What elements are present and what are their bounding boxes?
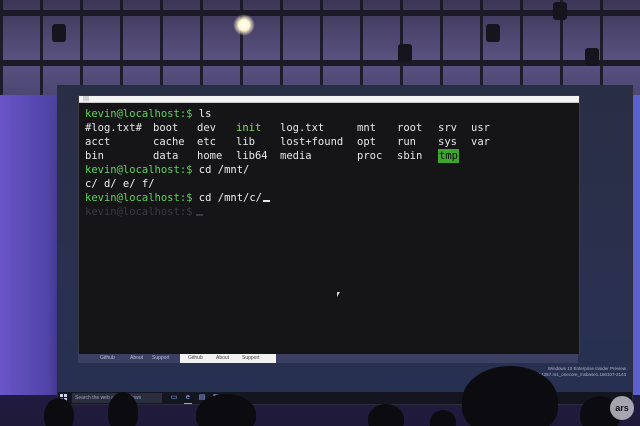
- task-view-icon[interactable]: ▭: [170, 394, 178, 402]
- shell-prompt: kevin@localhost:$: [85, 164, 193, 176]
- ls-entry: run: [397, 136, 416, 148]
- windows-desktop: kevin@localhost:$ ls #log.txt# boot dev …: [58, 86, 632, 404]
- conference-stage: kevin@localhost:$ ls #log.txt# boot dev …: [0, 0, 640, 426]
- shell-command: ls: [192, 108, 212, 120]
- bg-tab-about[interactable]: About: [212, 355, 233, 362]
- windows-logo-pane: [60, 394, 63, 397]
- ls-entry: acct: [85, 136, 111, 148]
- audience-head: [430, 410, 456, 426]
- terminal-app-icon: [83, 96, 89, 101]
- ls-entry: etc: [197, 136, 216, 148]
- audience-head: [196, 394, 256, 426]
- ls-entry: lib: [236, 136, 255, 148]
- bg-tab-about[interactable]: About: [126, 355, 147, 362]
- ls-entry: root: [397, 122, 423, 134]
- ls-entry: cache: [153, 136, 185, 148]
- ls-entry: data: [153, 150, 179, 162]
- ls-entry: boot: [153, 122, 179, 134]
- ls-entry: bin: [85, 150, 104, 162]
- truss-beam-top: [0, 10, 640, 16]
- terminal-output[interactable]: kevin@localhost:$ ls #log.txt# boot dev …: [79, 103, 579, 223]
- stage-lamp: [486, 24, 500, 42]
- ghost-cursor: [196, 214, 204, 216]
- ls-entry: media: [280, 150, 312, 162]
- ghost-prompt: kevin@localhost:$: [85, 206, 193, 218]
- projection-screen: kevin@localhost:$ ls #log.txt# boot dev …: [58, 86, 632, 404]
- audience-head: [368, 404, 404, 426]
- text-cursor: [263, 200, 271, 202]
- stage-lamp: [585, 48, 599, 66]
- edge-browser-icon[interactable]: e: [184, 394, 192, 404]
- terminal-line-ghost: kevin@localhost:$: [85, 205, 573, 219]
- stage-spotlight: [233, 14, 255, 36]
- ls-output-row: #log.txt# boot dev init log.txt mnt root…: [85, 121, 573, 135]
- bg-tab-support[interactable]: Support: [148, 355, 174, 362]
- ls-entry: lib64: [236, 150, 268, 162]
- ls-entry: opt: [357, 136, 376, 148]
- ls-entry: init: [236, 122, 262, 134]
- stage-lamp: [398, 44, 412, 62]
- bg-tab-support[interactable]: Support: [238, 355, 264, 362]
- windows-logo-pane: [64, 394, 67, 397]
- ls-entry: sys: [438, 136, 457, 148]
- audience-head: [44, 398, 74, 426]
- terminal-titlebar[interactable]: [79, 96, 579, 103]
- mouse-pointer-icon: [337, 292, 340, 297]
- terminal-line: c/ d/ e/ f/: [85, 177, 573, 191]
- background-window-nav: Github About Support: [180, 354, 276, 363]
- stage-lamp: [553, 2, 567, 20]
- ls-output-row: acct cache etc lib lost+found opt run sy…: [85, 135, 573, 149]
- audience-head: [108, 392, 138, 426]
- ls-output-row: bin data home lib64 media proc sbin tmp: [85, 149, 573, 163]
- shell-command: cd /mnt/c/: [192, 192, 263, 204]
- truss-beam-lower: [0, 60, 640, 66]
- ls-entry: mnt: [357, 122, 376, 134]
- ls-entry: dev: [197, 122, 216, 134]
- command-output: c/ d/ e/ f/: [85, 178, 155, 190]
- shell-prompt: kevin@localhost:$: [85, 192, 193, 204]
- ls-entry: lost+found: [280, 136, 344, 148]
- ls-entry: usr: [471, 122, 490, 134]
- shell-prompt: kevin@localhost:$: [85, 108, 193, 120]
- ls-entry: #log.txt#: [85, 122, 142, 134]
- ls-entry: var: [471, 136, 490, 148]
- ls-entry: home: [197, 150, 223, 162]
- ls-entry: srv: [438, 122, 457, 134]
- ls-entry: sbin: [397, 150, 423, 162]
- terminal-line: kevin@localhost:$ ls: [85, 107, 573, 121]
- ls-entry-highlighted: tmp: [438, 149, 459, 163]
- bg-tab-github[interactable]: Github: [184, 355, 207, 362]
- corner-logo: ars: [610, 396, 634, 420]
- stage-lamp: [52, 24, 66, 42]
- shell-command: cd /mnt/: [192, 164, 250, 176]
- terminal-line: kevin@localhost:$ cd /mnt/c/: [85, 191, 573, 205]
- terminal-line: kevin@localhost:$ cd /mnt/: [85, 163, 573, 177]
- bg-tab-github[interactable]: Github: [96, 355, 119, 362]
- background-window-strip: Github About Support Github About Suppor…: [78, 354, 578, 363]
- ls-entry: log.txt: [280, 122, 325, 134]
- terminal-window[interactable]: kevin@localhost:$ ls #log.txt# boot dev …: [78, 95, 580, 355]
- ls-entry: proc: [357, 150, 383, 162]
